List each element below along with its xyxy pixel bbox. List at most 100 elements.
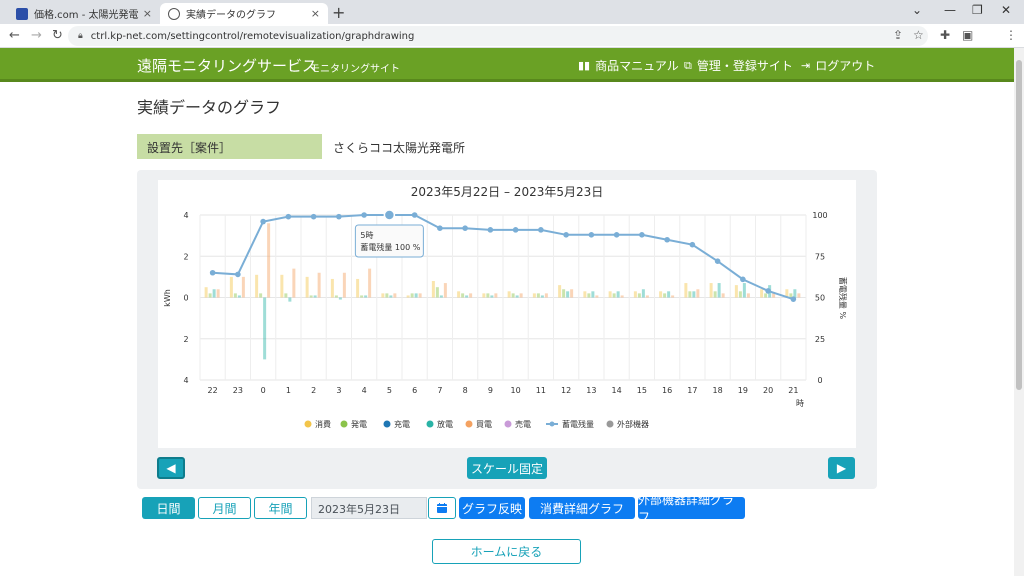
nav-label: 管理・登録サイト bbox=[696, 59, 793, 73]
extensions-icon[interactable]: ✚ bbox=[940, 28, 950, 42]
battery-point-highlight bbox=[383, 209, 396, 221]
share-icon[interactable]: ⇪ bbox=[893, 28, 903, 42]
bar-発電 bbox=[738, 291, 742, 298]
consumption-detail-button[interactable]: 消費詳細グラフ bbox=[529, 497, 635, 519]
bar-消費 bbox=[532, 293, 536, 298]
x-tick-label: 0 bbox=[261, 386, 266, 395]
browser-tab-graph[interactable]: 実績データのグラフ × bbox=[160, 3, 328, 24]
bar-放電 bbox=[717, 283, 721, 298]
bar-発電 bbox=[461, 293, 465, 298]
reload-icon[interactable]: ↻ bbox=[52, 28, 63, 43]
battery-point bbox=[462, 225, 468, 231]
battery-point bbox=[790, 296, 797, 302]
period-month-button[interactable]: 月間 bbox=[198, 497, 251, 519]
bar-発電 bbox=[587, 293, 591, 298]
minimize-icon[interactable]: — bbox=[944, 3, 956, 17]
y2-axis-label: 蓄電残量 % bbox=[838, 277, 848, 320]
period-year-button[interactable]: 年間 bbox=[254, 497, 307, 519]
bar-放電 bbox=[667, 291, 671, 298]
y2-tick-label: 0 bbox=[817, 376, 822, 385]
bar-消費 bbox=[330, 278, 334, 298]
x-tick-label: 7 bbox=[437, 386, 442, 395]
legend-marker bbox=[304, 420, 312, 428]
x-tick-label: 11 bbox=[536, 386, 546, 395]
calendar-button[interactable] bbox=[428, 497, 456, 519]
bar-消費 bbox=[507, 291, 511, 298]
bar-消費 bbox=[204, 287, 208, 298]
close-tab-icon[interactable]: × bbox=[143, 7, 152, 20]
y-tick-label: 4 bbox=[183, 211, 188, 220]
bar-発電 bbox=[688, 291, 692, 298]
x-tick-label: 17 bbox=[687, 386, 697, 395]
x-tick-label: 1 bbox=[286, 386, 291, 395]
tab-title: 価格.com - 太陽光発電 なんでも掲 bbox=[34, 10, 139, 21]
url-field[interactable]: 🔒︎ ctrl.kp-net.com/settingcontrol/remote… bbox=[68, 26, 928, 46]
nav-label: ログアウト bbox=[815, 59, 876, 73]
restore-icon[interactable]: ❐ bbox=[972, 3, 983, 17]
next-period-button[interactable]: ▶ bbox=[828, 457, 855, 479]
tab-search-icon[interactable]: ⌄ bbox=[912, 3, 922, 17]
chart-tooltip-box bbox=[354, 224, 424, 258]
graph-apply-button[interactable]: グラフ反映 bbox=[459, 497, 525, 519]
y-tick-label: 2 bbox=[183, 335, 188, 344]
bar-放電 bbox=[490, 295, 494, 298]
new-tab-button[interactable]: + bbox=[332, 3, 345, 22]
x-tick-label: 8 bbox=[463, 386, 468, 395]
book-icon: ▮▮ bbox=[578, 59, 591, 72]
bookmark-star-icon[interactable]: ☆ bbox=[913, 28, 924, 42]
bar-発電 bbox=[435, 287, 439, 298]
battery-point bbox=[563, 232, 569, 238]
legend-marker bbox=[504, 420, 512, 428]
menu-icon[interactable]: ⋮ bbox=[1005, 28, 1017, 42]
chart-svg[interactable]: 2023年5月22日 – 2023年5月23日4 1002 750 502 254 0kW… bbox=[158, 180, 856, 448]
close-tab-icon[interactable]: × bbox=[311, 7, 320, 20]
bar-消費 bbox=[305, 276, 309, 298]
bar-買電 bbox=[645, 295, 649, 298]
home-button[interactable]: ホームに戻る bbox=[432, 539, 581, 564]
nav-logout-link[interactable]: ⇥ ログアウト bbox=[801, 57, 875, 74]
page-scrollbar[interactable] bbox=[1014, 48, 1024, 576]
x-tick-label: 19 bbox=[738, 386, 748, 395]
battery-point bbox=[613, 232, 620, 238]
back-icon[interactable]: ← bbox=[9, 28, 20, 43]
nav-manual-link[interactable]: ▮▮ 商品マニュアル bbox=[578, 57, 679, 74]
date-input[interactable]: 2023年5月23日 bbox=[311, 497, 427, 519]
bar-買電 bbox=[292, 268, 296, 298]
globe-icon bbox=[168, 7, 180, 20]
external-device-detail-button[interactable]: 外部機器詳細グラフ bbox=[638, 493, 745, 524]
y2-tick-label: 75 bbox=[815, 252, 825, 261]
browser-tab-kakaku[interactable]: 価格.com - 太陽光発電 なんでも掲 × bbox=[8, 3, 160, 24]
scrollbar-thumb[interactable] bbox=[1016, 60, 1022, 390]
x-tick-label: 12 bbox=[561, 386, 571, 395]
bar-買電 bbox=[393, 293, 397, 298]
brand-title[interactable]: 遠隔モニタリングサービス bbox=[137, 55, 317, 76]
tooltip-value: 蓄電残量 100 % bbox=[360, 242, 420, 252]
battery-point bbox=[310, 213, 317, 220]
bar-発電 bbox=[713, 291, 717, 298]
scale-fixed-button[interactable]: スケール固定 bbox=[467, 457, 547, 479]
x-tick-label: 20 bbox=[763, 386, 773, 395]
bar-買電 bbox=[418, 293, 422, 298]
x-tick-label: 23 bbox=[233, 386, 243, 395]
bar-消費 bbox=[229, 276, 233, 298]
bar-買電 bbox=[216, 289, 220, 298]
nav-label: 商品マニュアル bbox=[595, 59, 679, 73]
bar-発電 bbox=[385, 293, 389, 298]
side-panel-icon[interactable]: ▣ bbox=[962, 28, 973, 42]
battery-point bbox=[487, 227, 494, 233]
forward-icon[interactable]: → bbox=[31, 28, 42, 43]
bar-消費 bbox=[608, 291, 612, 298]
bar-放電 bbox=[465, 295, 469, 298]
x-tick-label: 3 bbox=[336, 386, 341, 395]
x-axis-label: 時 bbox=[796, 399, 804, 408]
bar-買電 bbox=[469, 293, 473, 298]
bar-買電 bbox=[443, 283, 447, 298]
period-day-button[interactable]: 日間 bbox=[142, 497, 195, 519]
bar-発電 bbox=[486, 293, 490, 298]
legend-marker bbox=[340, 420, 348, 428]
nav-admin-link[interactable]: ⧉ 管理・登録サイト bbox=[684, 57, 793, 74]
chart-title: 2023年5月22日 – 2023年5月23日 bbox=[411, 185, 604, 199]
prev-period-button[interactable]: ◀ bbox=[157, 457, 185, 479]
legend-label: 放電 bbox=[437, 419, 453, 429]
window-close-icon[interactable]: ✕ bbox=[1001, 3, 1011, 17]
